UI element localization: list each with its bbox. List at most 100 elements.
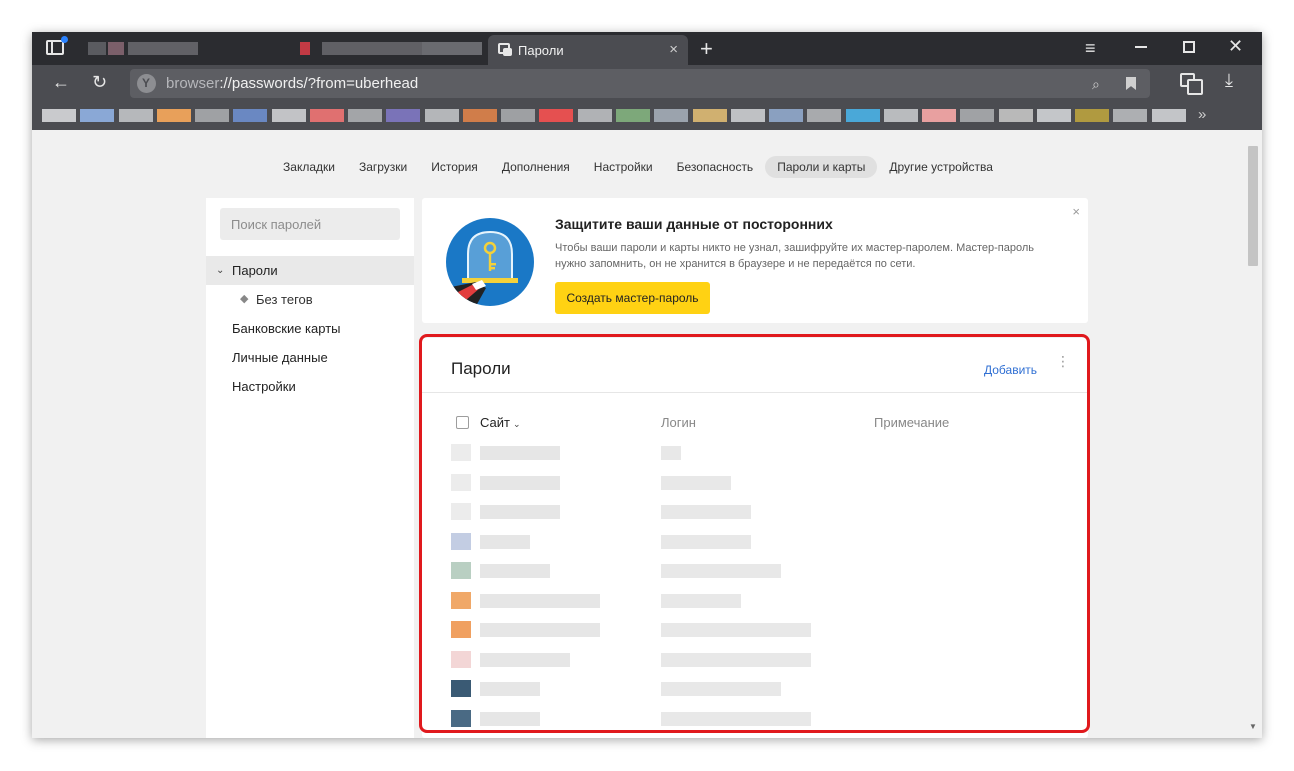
search-icon[interactable]: ⌕: [1092, 76, 1100, 92]
table-row[interactable]: [422, 645, 1088, 674]
minimize-icon[interactable]: [1135, 46, 1147, 48]
nav-item[interactable]: Дополнения: [490, 156, 582, 178]
bookmark-item[interactable]: [731, 109, 765, 122]
bookmark-item[interactable]: [80, 109, 114, 122]
bookmark-item[interactable]: [501, 109, 535, 122]
back-button[interactable]: ←: [52, 73, 70, 91]
nav-item[interactable]: Настройки: [582, 156, 665, 178]
column-header-login[interactable]: Логин: [661, 415, 696, 430]
tab-passwords[interactable]: Пароли ×: [488, 35, 688, 65]
table-row[interactable]: [422, 497, 1088, 526]
close-tab-icon[interactable]: ×: [669, 41, 678, 58]
close-window-icon[interactable]: ✕: [1228, 37, 1243, 55]
blurred-tab[interactable]: [300, 42, 310, 55]
bookmark-item[interactable]: [386, 109, 420, 122]
bookmark-icon[interactable]: [1126, 77, 1136, 90]
bookmark-item[interactable]: [425, 109, 459, 122]
blurred-tab[interactable]: [128, 42, 198, 55]
nav-item[interactable]: История: [419, 156, 490, 178]
bookmark-item[interactable]: [922, 109, 956, 122]
reload-button[interactable]: ↻: [92, 73, 107, 91]
bookmark-item[interactable]: [769, 109, 803, 122]
select-all-checkbox[interactable]: [456, 416, 469, 429]
table-row[interactable]: [422, 586, 1088, 615]
bookmark-item[interactable]: [999, 109, 1033, 122]
table-row[interactable]: [422, 527, 1088, 556]
bookmark-item[interactable]: [807, 109, 841, 122]
bookmark-item[interactable]: [119, 109, 153, 122]
more-bookmarks-icon[interactable]: »: [1198, 107, 1206, 123]
bookmark-items[interactable]: [42, 109, 1190, 123]
add-password-button[interactable]: Добавить: [984, 363, 1037, 377]
nav-item[interactable]: Загрузки: [347, 156, 419, 178]
bookmark-item[interactable]: [1075, 109, 1109, 122]
sidebar-item-bank-cards[interactable]: Банковские карты: [206, 314, 414, 343]
table-row[interactable]: [422, 733, 1088, 738]
bookmark-item[interactable]: [616, 109, 650, 122]
table-row[interactable]: [422, 438, 1088, 467]
nav-item[interactable]: Закладки: [271, 156, 347, 178]
bookmark-item[interactable]: [578, 109, 612, 122]
passwords-manager-icon[interactable]: [1180, 73, 1203, 95]
search-passwords-input[interactable]: [220, 208, 400, 240]
bookmark-item[interactable]: [539, 109, 573, 122]
table-row[interactable]: [422, 615, 1088, 644]
passwords-tab-icon: [498, 43, 512, 56]
column-header-site[interactable]: Сайт ⌄: [480, 415, 521, 430]
more-options-icon[interactable]: ⋮: [1056, 354, 1070, 368]
bookmark-item[interactable]: [195, 109, 229, 122]
bookmark-item[interactable]: [654, 109, 688, 122]
bookmark-item[interactable]: [1037, 109, 1071, 122]
blurred-tab[interactable]: [108, 42, 124, 55]
url-text[interactable]: browser://passwords/?from=uberhead: [166, 75, 418, 92]
bookmark-item[interactable]: [233, 109, 267, 122]
bookmark-item[interactable]: [1152, 109, 1186, 122]
nav-item[interactable]: Пароли и карты: [765, 156, 878, 178]
site-cell: [480, 593, 600, 608]
bookmark-item[interactable]: [884, 109, 918, 122]
nav-item[interactable]: Безопасность: [665, 156, 766, 178]
create-master-password-button[interactable]: Создать мастер-пароль: [555, 282, 710, 314]
bookmark-item[interactable]: [157, 109, 191, 122]
bookmark-item[interactable]: [348, 109, 382, 122]
menu-icon[interactable]: ≡: [1085, 39, 1096, 57]
sidebar-item-passwords[interactable]: ⌄ Пароли: [206, 256, 414, 285]
column-header-note[interactable]: Примечание: [874, 415, 949, 430]
promo-description: Чтобы ваши пароли и карты никто не узнал…: [555, 242, 1034, 270]
table-row[interactable]: [422, 704, 1088, 733]
browser-logo-icon[interactable]: [137, 74, 156, 93]
bookmark-item[interactable]: [693, 109, 727, 122]
bookmark-item[interactable]: [1113, 109, 1147, 122]
new-tab-button[interactable]: +: [700, 36, 713, 62]
blurred-tab[interactable]: [322, 42, 432, 55]
sidebar-item-settings[interactable]: Настройки: [206, 372, 414, 401]
nav-item[interactable]: Другие устройства: [877, 156, 1005, 178]
table-row[interactable]: [422, 674, 1088, 703]
notification-dot: [61, 36, 68, 43]
scrollbar[interactable]: ▼: [1244, 130, 1262, 738]
bookmark-item[interactable]: [42, 109, 76, 122]
site-cell: [480, 475, 560, 490]
sidebar-item-personal-data[interactable]: Личные данные: [206, 343, 414, 372]
login-cell: [661, 623, 811, 637]
bookmark-item[interactable]: [960, 109, 994, 122]
blurred-tab[interactable]: [422, 42, 482, 55]
download-icon[interactable]: ⤓: [1225, 71, 1233, 89]
maximize-icon[interactable]: [1183, 41, 1195, 53]
column-header-label: Сайт: [480, 415, 510, 430]
bookmark-item[interactable]: [846, 109, 880, 122]
sidebar-item-no-tags[interactable]: ◆ Без тегов: [206, 285, 414, 314]
bookmark-item[interactable]: [310, 109, 344, 122]
table-row[interactable]: [422, 556, 1088, 585]
address-bar[interactable]: browser://passwords/?from=uberhead ⌕: [130, 69, 1150, 98]
scroll-thumb[interactable]: [1248, 146, 1258, 266]
sidebar-item-label: Банковские карты: [232, 321, 341, 336]
bookmark-item[interactable]: [463, 109, 497, 122]
url-scheme: browser: [166, 75, 220, 92]
bookmark-item[interactable]: [272, 109, 306, 122]
tabs-overview-icon[interactable]: [46, 36, 68, 55]
scroll-down-arrow-icon[interactable]: ▼: [1249, 722, 1257, 731]
table-row[interactable]: [422, 468, 1088, 497]
blurred-tab[interactable]: [88, 42, 106, 55]
close-icon[interactable]: ×: [1072, 204, 1080, 219]
